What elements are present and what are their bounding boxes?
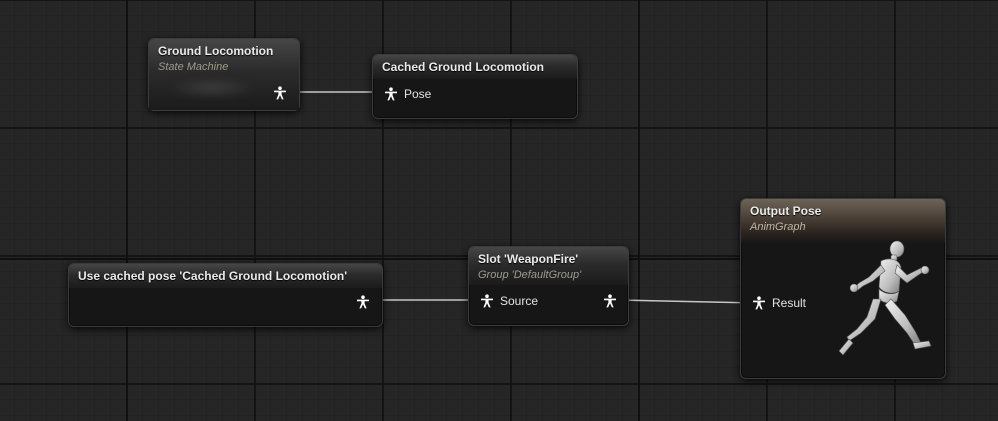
node-header: Cached Ground Locomotion [373,55,577,79]
output-pose-pin[interactable] [273,86,287,100]
person-pose-icon [274,86,286,100]
person-pose-icon [357,295,369,309]
node-header: Use cached pose 'Cached Ground Locomotio… [69,264,382,288]
input-pose-pin[interactable]: Pose [384,87,431,101]
blurred-preview [167,77,257,99]
pin-label: Result [772,296,807,310]
running-mannequin-icon [838,240,932,356]
person-pose-icon [385,87,397,101]
node-title: Use cached pose 'Cached Ground Locomotio… [78,269,348,283]
node-output-pose[interactable]: Output Pose AnimGraph Result [740,198,946,379]
node-cached-ground-locomotion[interactable]: Cached Ground Locomotion Pose [372,54,578,119]
node-subtitle: State Machine [158,61,229,73]
node-title: Cached Ground Locomotion [382,60,544,74]
input-source-pin[interactable]: Source [480,294,538,308]
node-title: Ground Locomotion [158,44,274,58]
node-title: Output Pose [750,204,822,218]
node-subtitle: Group 'DefaultGroup' [478,269,582,281]
node-title: Slot 'WeaponFire' [478,252,579,266]
node-use-cached-pose[interactable]: Use cached pose 'Cached Ground Locomotio… [68,263,383,327]
node-slot-weaponfire[interactable]: Slot 'WeaponFire' Group 'DefaultGroup' S… [468,246,629,326]
node-subtitle: AnimGraph [750,221,806,233]
person-pose-icon [604,294,616,308]
person-pose-icon [481,294,493,308]
node-ground-locomotion[interactable]: Ground Locomotion State Machine [148,38,300,111]
input-result-pin[interactable]: Result [752,296,806,310]
pin-label: Source [500,294,539,308]
person-pose-icon [753,296,765,310]
pin-label: Pose [404,87,432,101]
output-pose-pin[interactable] [356,295,370,309]
node-header: Slot 'WeaponFire' Group 'DefaultGroup' [469,247,628,285]
output-pose-pin[interactable] [603,294,617,308]
wire-slot-to-output [617,299,757,304]
